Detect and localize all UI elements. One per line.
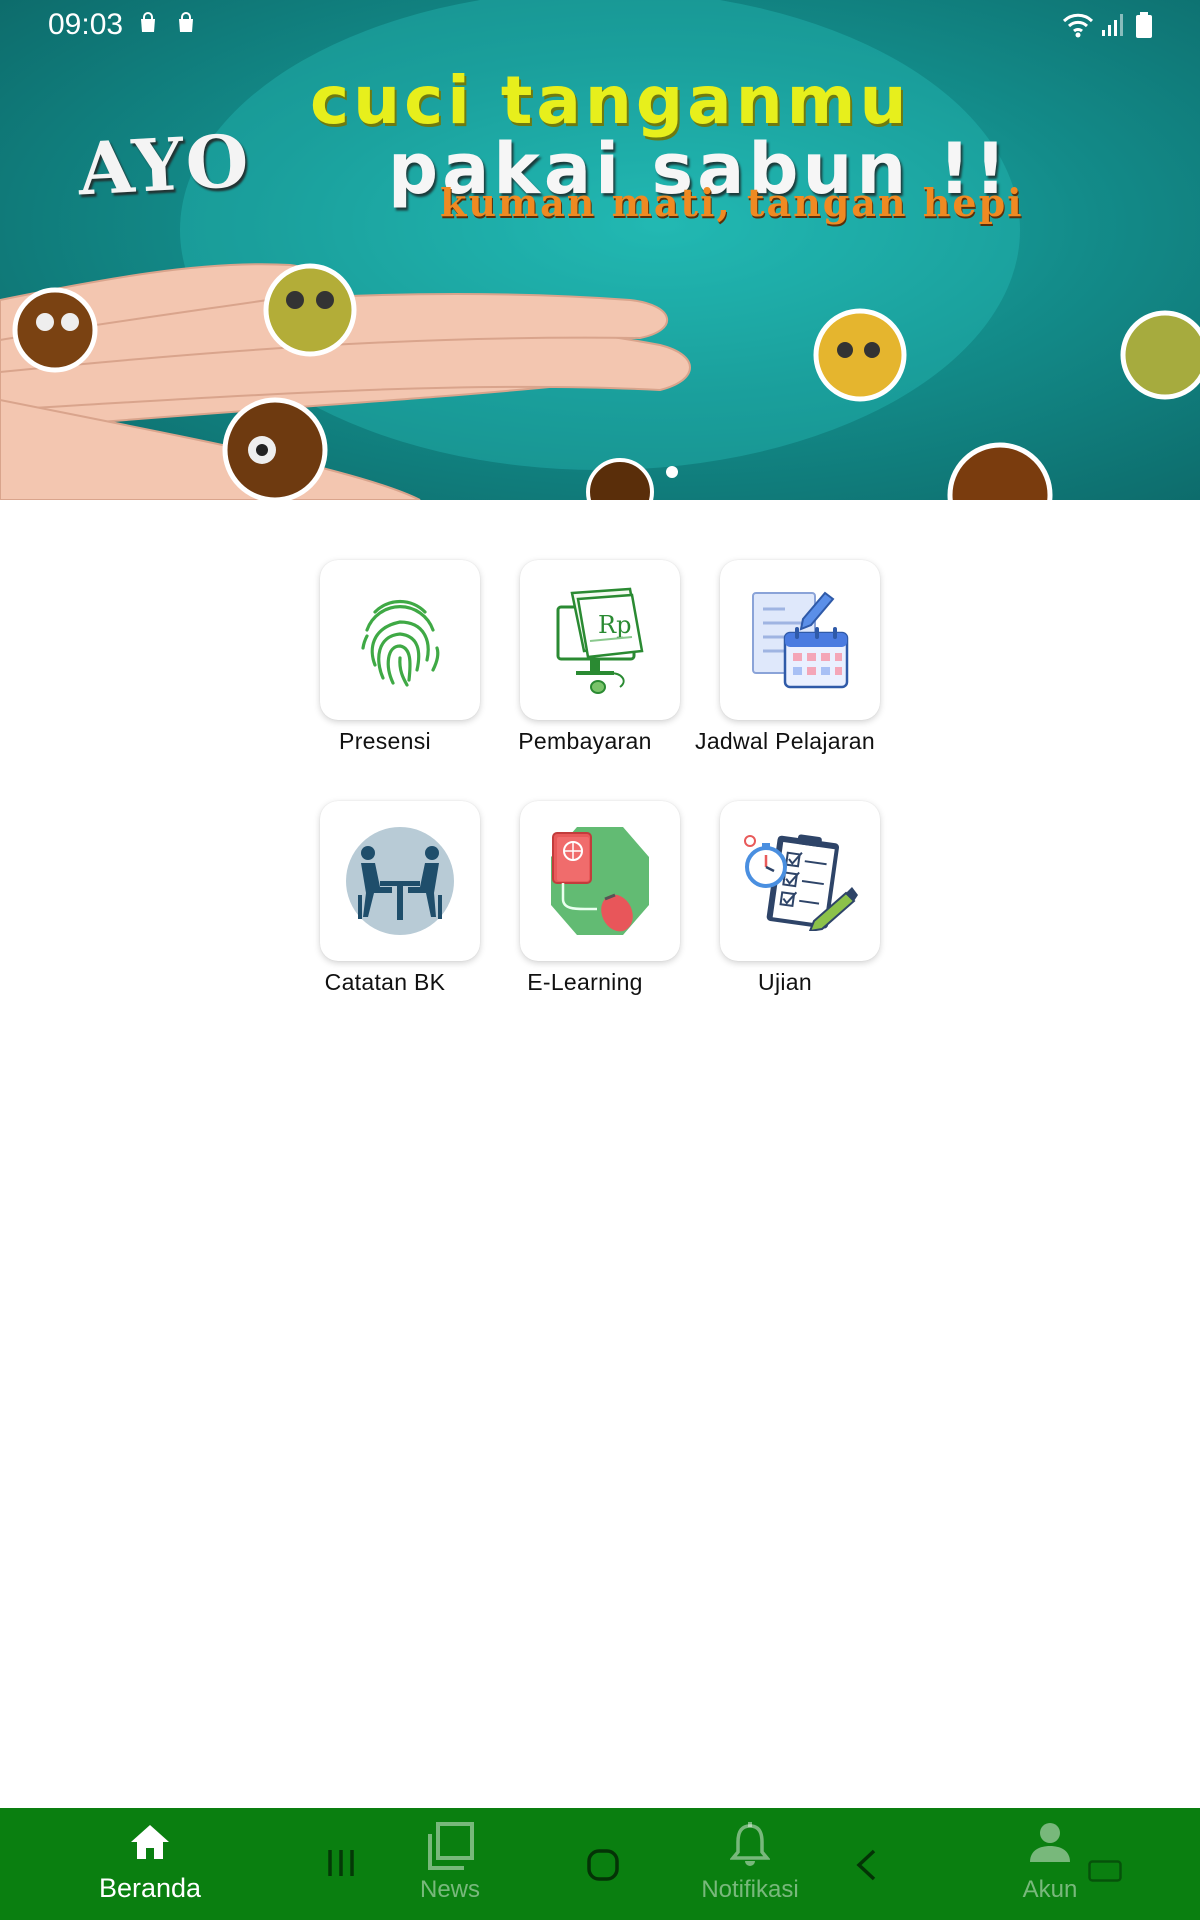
shopping-bag-icon: [141, 12, 155, 32]
banner-tagline: kuman mati, tangan hepi: [440, 180, 1024, 225]
wifi-icon: [1062, 13, 1094, 38]
menu-item-ujian[interactable]: Ujian: [680, 801, 890, 1031]
fingerprint-icon: [361, 599, 440, 687]
nav-label: Beranda: [98, 1873, 202, 1903]
menu-card[interactable]: [720, 560, 880, 720]
status-bar: 09:03: [0, 0, 1200, 50]
nav-label: Akun: [1022, 1876, 1078, 1903]
menu-label: Ujian: [758, 969, 812, 995]
menu-item-presensi[interactable]: Presensi: [280, 560, 490, 790]
counseling-icon: [346, 827, 454, 935]
banner-carousel[interactable]: cuci tanganmu AYO pakai sabun !! kuman m…: [0, 0, 1200, 500]
menu-item-jadwal-pelajaran[interactable]: Jadwal Pelajaran: [680, 560, 890, 790]
menu-card[interactable]: [720, 801, 880, 961]
menu-card[interactable]: Rp: [520, 560, 680, 720]
exam-checklist-icon: [744, 834, 858, 931]
home-circle-icon[interactable]: [586, 1848, 620, 1882]
bell-icon: [730, 1822, 770, 1866]
person-icon: [1030, 1823, 1070, 1862]
keyboard-icon[interactable]: [1088, 1860, 1122, 1882]
banner-headline-ayo: AYO: [75, 117, 253, 212]
battery-icon: [1136, 12, 1152, 38]
home-screen: cuci tanganmu AYO pakai sabun !! kuman m…: [0, 0, 1200, 1920]
status-time: 09:03: [48, 8, 124, 41]
nav-item-akun[interactable]: Akun: [900, 1808, 1200, 1920]
menu-label: Jadwal Pelajaran: [695, 728, 875, 754]
home-icon: [131, 1825, 169, 1859]
carousel-dot-active[interactable]: [666, 466, 678, 478]
shopping-bag-icon: [179, 12, 193, 32]
back-icon[interactable]: [854, 1848, 878, 1882]
payment-rp-icon: Rp: [556, 587, 644, 694]
recent-apps-icon[interactable]: [326, 1848, 356, 1878]
signal-icon: [1102, 14, 1123, 36]
nav-item-beranda[interactable]: Beranda: [0, 1808, 300, 1920]
menu-card[interactable]: [520, 801, 680, 961]
nav-label: News: [419, 1876, 480, 1903]
menu-item-pembayaran[interactable]: Rp Pembayaran: [480, 560, 690, 790]
svg-text:Rp: Rp: [598, 611, 631, 639]
menu-card[interactable]: [320, 801, 480, 961]
menu-item-e-learning[interactable]: E-Learning: [480, 801, 690, 1031]
news-icon: [428, 1822, 474, 1870]
carousel-indicator: [0, 466, 1200, 482]
menu-card[interactable]: [320, 560, 480, 720]
elearning-icon: [551, 827, 649, 935]
schedule-calendar-icon: [752, 591, 849, 689]
menu-item-catatan-bk[interactable]: Catatan BK: [280, 801, 490, 1031]
